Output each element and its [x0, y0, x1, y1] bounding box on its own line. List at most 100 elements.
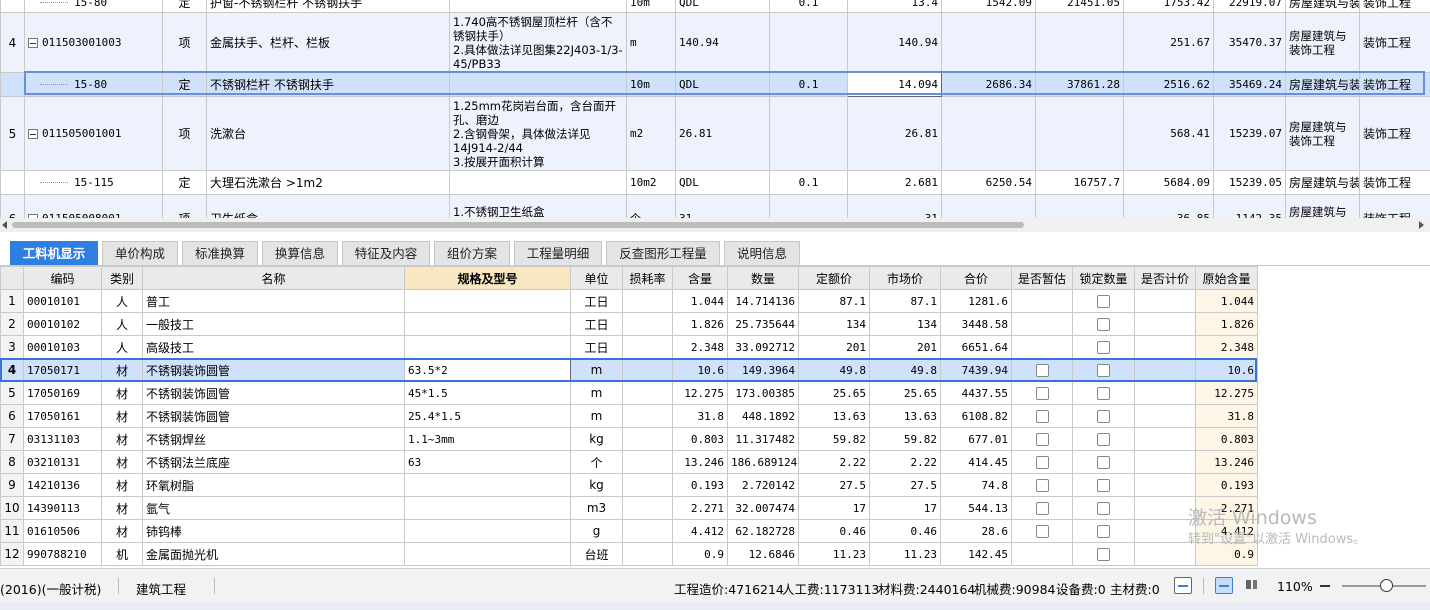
is-priced-cell[interactable] — [1134, 496, 1196, 520]
resource-spec[interactable]: 1.1~3mm — [404, 427, 571, 451]
resource-code[interactable]: 01610506 — [23, 519, 102, 543]
quantity-expression[interactable]: QDL — [675, 72, 770, 97]
checkbox[interactable] — [1097, 456, 1110, 469]
row-number[interactable]: 8 — [0, 450, 24, 474]
tab-pricing-scheme[interactable]: 组价方案 — [434, 241, 510, 265]
resource-row[interactable]: 4 17050171 材不锈钢装饰圆管 63.5*2 m 10.6 149.3964 49.8… — [0, 358, 1258, 382]
is-estimate-cell[interactable] — [1011, 450, 1073, 474]
is-priced-cell[interactable] — [1134, 381, 1196, 405]
item-total[interactable]: 37861.28 — [1035, 72, 1124, 97]
resource-content[interactable]: 13.246 — [672, 450, 728, 474]
coefficient[interactable]: 0.1 — [769, 170, 848, 195]
resource-content[interactable]: 0.193 — [672, 473, 728, 497]
quantity-expression[interactable]: 26.81 — [675, 96, 770, 171]
item-name[interactable]: 不锈钢栏杆 不锈钢扶手 — [206, 72, 450, 97]
is-estimate-cell[interactable] — [1011, 335, 1073, 359]
quantity-expression[interactable]: QDL — [675, 170, 770, 195]
item-feature[interactable] — [449, 170, 627, 195]
resource-code[interactable]: 00010103 — [23, 335, 102, 359]
checkbox[interactable] — [1097, 410, 1110, 423]
row-seq[interactable] — [0, 0, 25, 13]
base-price[interactable]: 2.22 — [798, 450, 870, 474]
resource-row[interactable]: 10 14390113 材氩气 m3 2.271 32.007474 17 17 544.13 2… — [0, 496, 1258, 520]
loss-rate[interactable] — [622, 473, 673, 497]
item-major[interactable]: 房屋建筑与装饰... — [1285, 0, 1360, 13]
lock-quantity-cell[interactable] — [1072, 289, 1135, 313]
resource-category[interactable]: 机 — [101, 542, 143, 566]
loss-rate[interactable] — [622, 335, 673, 359]
resource-name[interactable]: 不锈钢焊丝 — [142, 427, 405, 451]
resource-code[interactable]: 17050169 — [23, 381, 102, 405]
row-number[interactable]: 7 — [0, 427, 24, 451]
checkbox[interactable] — [1035, 433, 1049, 446]
resource-total[interactable]: 4437.55 — [940, 381, 1012, 405]
resource-quantity[interactable]: 186.689124 — [727, 450, 799, 474]
lock-quantity-cell[interactable] — [1072, 358, 1135, 382]
original-content[interactable]: 1.044 — [1195, 289, 1258, 313]
item-major[interactable]: 房屋建筑与装饰... — [1285, 72, 1360, 97]
resource-row[interactable]: 6 17050161 材不锈钢装饰圆管 25.4*1.5 m 31.8 448.1892 13… — [0, 404, 1258, 428]
header-lock-quantity[interactable]: 锁定数量 — [1072, 266, 1135, 290]
is-estimate-cell[interactable] — [1011, 519, 1073, 543]
is-priced-cell[interactable] — [1134, 358, 1196, 382]
header-is-priced[interactable]: 是否计价 — [1134, 266, 1196, 290]
is-priced-cell[interactable] — [1134, 289, 1196, 313]
base-price[interactable]: 0.46 — [798, 519, 870, 543]
resource-spec[interactable]: 63.5*2 — [404, 358, 571, 382]
item-quantity[interactable]: 2.681 — [847, 170, 942, 195]
is-estimate-cell[interactable] — [1011, 358, 1073, 382]
row-number[interactable]: 12 — [0, 542, 24, 566]
resource-unit[interactable]: g — [570, 519, 623, 543]
item-name[interactable]: 金属扶手、栏杆、栏板 — [206, 12, 450, 73]
item-major[interactable]: 房屋建筑与装饰... — [1285, 170, 1360, 195]
base-price[interactable]: 87.1 — [798, 289, 870, 313]
is-priced-cell[interactable] — [1134, 404, 1196, 428]
resource-category[interactable]: 材 — [101, 358, 143, 382]
item-quantity[interactable]: 26.81 — [847, 96, 942, 171]
composite-amount[interactable]: 15239.07 — [1213, 96, 1286, 171]
resource-category[interactable]: 人 — [101, 335, 143, 359]
bill-item-row[interactable]: 5 011505001001 项洗漱台 1.25mm花岗岩台面，含台面开孔、磨边 2.含… — [0, 96, 1430, 171]
item-total[interactable] — [1035, 194, 1124, 218]
is-estimate-cell[interactable] — [1011, 404, 1073, 428]
resource-quantity[interactable]: 33.092712 — [727, 335, 799, 359]
resource-name[interactable]: 环氧树脂 — [142, 473, 405, 497]
tab-standard-conversion[interactable]: 标准换算 — [182, 241, 258, 265]
resource-name[interactable]: 不锈钢装饰圆管 — [142, 381, 405, 405]
resource-row[interactable]: 1 00010101 人普工 工日 1.044 14.714136 87.1 87.1 1281… — [0, 289, 1258, 313]
row-number[interactable]: 11 — [0, 519, 24, 543]
market-price[interactable]: 201 — [869, 335, 941, 359]
original-content[interactable]: 10.6 — [1195, 358, 1258, 382]
item-price[interactable] — [941, 96, 1036, 171]
resource-total[interactable]: 544.13 — [940, 496, 1012, 520]
row-seq[interactable] — [0, 72, 25, 97]
resource-row[interactable]: 12 990788210 机金属面抛光机 台班 0.9 12.6846 11.23 11.23… — [0, 542, 1258, 566]
resource-unit[interactable]: m — [570, 358, 623, 382]
item-feature[interactable]: 1.25mm花岗岩台面，含台面开孔、磨边 2.含钢骨架，具体做法详见14J914-… — [449, 96, 627, 171]
tab-quantity-details[interactable]: 工程量明细 — [514, 241, 602, 265]
item-subcategory[interactable]: 装饰工程 — [1359, 170, 1430, 195]
item-code[interactable]: 15-115 — [24, 170, 163, 195]
item-code[interactable]: 15-80 — [24, 0, 163, 13]
quantity-expression[interactable]: 140.94 — [675, 12, 770, 73]
checkbox[interactable] — [1097, 479, 1110, 492]
original-content[interactable]: 12.275 — [1195, 381, 1258, 405]
loss-rate[interactable] — [622, 358, 673, 382]
resource-row[interactable]: 3 00010103 人高级技工 工日 2.348 33.092712 201 201 6651… — [0, 335, 1258, 359]
lock-quantity-cell[interactable] — [1072, 381, 1135, 405]
checkbox[interactable] — [1035, 525, 1049, 538]
resource-unit[interactable]: m — [570, 404, 623, 428]
base-price[interactable]: 49.8 — [798, 358, 870, 382]
resource-total[interactable]: 142.45 — [940, 542, 1012, 566]
item-total[interactable] — [1035, 96, 1124, 171]
lock-quantity-cell[interactable] — [1072, 450, 1135, 474]
market-price[interactable]: 17 — [869, 496, 941, 520]
resource-category[interactable]: 材 — [101, 381, 143, 405]
header-market-price[interactable]: 市场价 — [869, 266, 941, 290]
resource-category[interactable]: 人 — [101, 289, 143, 313]
quantity-expression[interactable]: QDL — [675, 0, 770, 13]
loss-rate[interactable] — [622, 289, 673, 313]
is-priced-cell[interactable] — [1134, 519, 1196, 543]
is-priced-cell[interactable] — [1134, 335, 1196, 359]
resource-code[interactable]: 17050171 — [23, 358, 102, 382]
